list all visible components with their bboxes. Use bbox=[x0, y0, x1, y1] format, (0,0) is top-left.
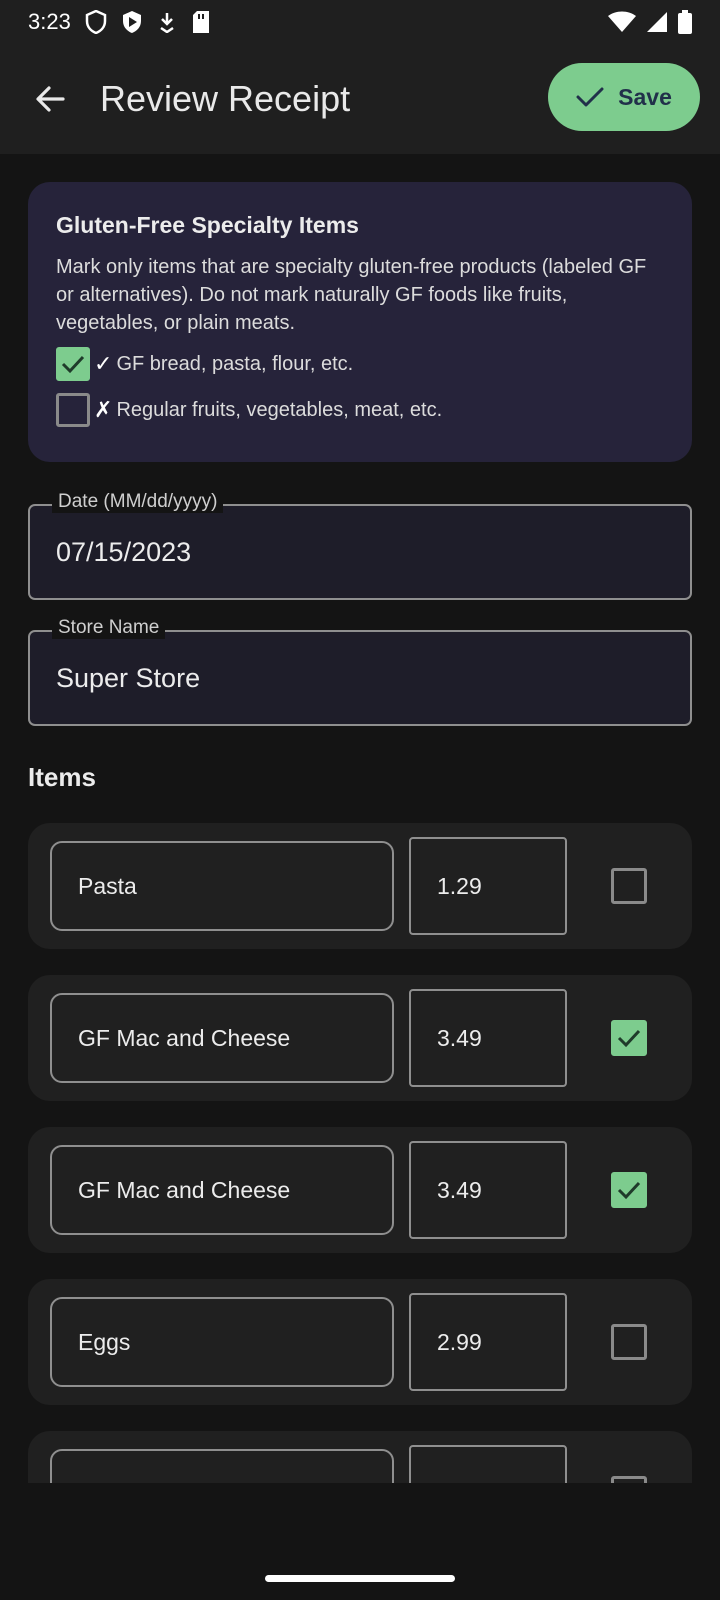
store-name-label: Store Name bbox=[52, 617, 166, 639]
item-gf-checkbox[interactable] bbox=[611, 1020, 647, 1056]
item-price-field[interactable]: 3.49 bbox=[409, 1141, 567, 1239]
status-time: 3:23 bbox=[28, 9, 71, 34]
screen: 3:23 Review Receipt Save Gluten-Free Spe… bbox=[0, 0, 720, 1600]
signal-icon bbox=[647, 12, 667, 32]
arrow-back-icon bbox=[36, 86, 65, 112]
check-icon bbox=[576, 87, 604, 107]
date-field-value: 07/15/2023 bbox=[56, 536, 192, 567]
items-section-title: Items bbox=[28, 762, 96, 792]
check-icon bbox=[617, 1181, 641, 1200]
wifi-icon bbox=[608, 11, 636, 32]
legend-text: Regular fruits, vegetables, meat, etc. bbox=[116, 398, 443, 421]
store-name-field[interactable]: Store Name Super Store bbox=[28, 617, 692, 726]
shield-icon bbox=[85, 10, 107, 34]
legend-row-gf: ✓ GF bread, pasta, flour, etc. bbox=[56, 345, 664, 383]
legend-mark: ✗ bbox=[94, 397, 113, 422]
item-price-field[interactable]: 2.99 bbox=[409, 1293, 567, 1391]
item-gf-checkbox[interactable] bbox=[611, 868, 647, 904]
status-left-icons bbox=[85, 10, 211, 34]
check-icon bbox=[617, 1029, 641, 1048]
gf-info-title: Gluten-Free Specialty Items bbox=[56, 212, 359, 238]
legend-checkbox-checked bbox=[56, 347, 90, 381]
item-name-field[interactable]: Eggs bbox=[50, 1297, 394, 1387]
legend-text: GF bread, pasta, flour, etc. bbox=[116, 352, 354, 375]
battery-icon bbox=[678, 10, 692, 34]
item-card: Organic Milk 3.50 bbox=[28, 1431, 692, 1483]
content: Gluten-Free Specialty Items Mark only it… bbox=[28, 182, 692, 1483]
sd-card-icon bbox=[192, 11, 209, 33]
save-button-label: Save bbox=[618, 83, 672, 110]
item-card: Pasta 1.29 bbox=[28, 823, 692, 949]
item-card: GF Mac and Cheese 3.49 bbox=[28, 1127, 692, 1253]
store-name-value: Super Store bbox=[56, 662, 201, 693]
legend-mark: ✓ bbox=[94, 351, 113, 376]
status-bar: 3:23 bbox=[0, 0, 720, 44]
item-gf-checkbox[interactable] bbox=[611, 1172, 647, 1208]
legend-checkbox-unchecked bbox=[56, 393, 90, 427]
download-icon bbox=[160, 13, 174, 33]
back-button[interactable] bbox=[20, 69, 80, 129]
gf-info-card: Gluten-Free Specialty Items Mark only it… bbox=[28, 182, 692, 462]
item-card: Eggs 2.99 bbox=[28, 1279, 692, 1405]
gf-info-description: Mark only items that are specialty glute… bbox=[56, 256, 647, 334]
item-name-field[interactable]: Pasta bbox=[50, 841, 394, 931]
item-gf-checkbox[interactable] bbox=[611, 1324, 647, 1360]
item-price-field[interactable]: 1.29 bbox=[409, 837, 567, 935]
status-right-icons bbox=[608, 10, 692, 34]
page-title: Review Receipt bbox=[100, 78, 351, 119]
item-price-field[interactable]: 3.50 bbox=[409, 1445, 567, 1483]
home-indicator[interactable] bbox=[265, 1575, 455, 1582]
items-list[interactable]: Pasta 1.29 GF Mac and Cheese 3.49 GF Mac… bbox=[28, 823, 692, 1483]
date-field-label: Date (MM/dd/yyyy) bbox=[52, 491, 224, 513]
save-button[interactable]: Save bbox=[548, 63, 700, 131]
check-icon bbox=[61, 355, 85, 374]
item-name-field[interactable]: GF Mac and Cheese bbox=[50, 1145, 394, 1235]
legend-row-regular: ✗ Regular fruits, vegetables, meat, etc. bbox=[56, 391, 664, 429]
date-field[interactable]: Date (MM/dd/yyyy) 07/15/2023 bbox=[28, 491, 692, 600]
item-card: GF Mac and Cheese 3.49 bbox=[28, 975, 692, 1101]
item-name-field[interactable]: GF Mac and Cheese bbox=[50, 993, 394, 1083]
app-bar: Review Receipt Save bbox=[0, 44, 720, 154]
item-price-field[interactable]: 3.49 bbox=[409, 989, 567, 1087]
play-store-icon bbox=[122, 11, 141, 33]
item-gf-checkbox[interactable] bbox=[611, 1476, 647, 1483]
item-name-field[interactable]: Organic Milk bbox=[50, 1449, 394, 1483]
